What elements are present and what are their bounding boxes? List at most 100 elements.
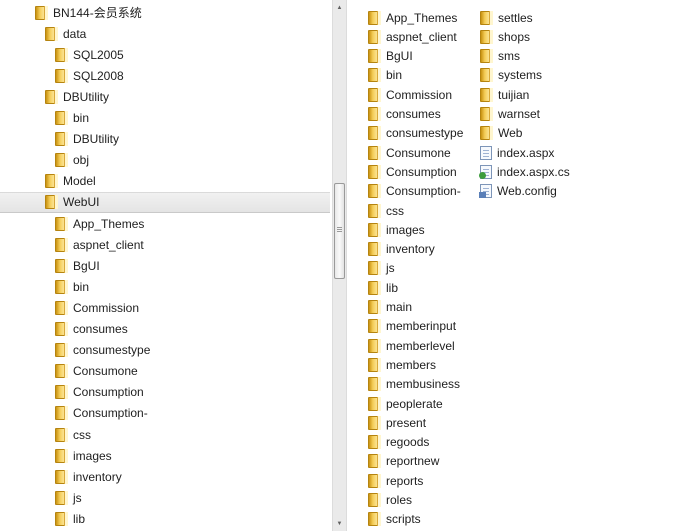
tree-item[interactable]: BgUI — [0, 255, 330, 276]
folder-item[interactable]: Consumption- — [368, 182, 461, 201]
tree-item[interactable]: Consumption- — [0, 403, 330, 424]
folder-icon — [55, 153, 68, 168]
folder-item[interactable]: peoplerate — [368, 394, 443, 413]
file-item-label: consumestype — [386, 126, 464, 141]
tree-item[interactable]: js — [0, 487, 330, 508]
folder-item[interactable]: memberlevel — [368, 336, 455, 355]
folder-tree-pane[interactable]: BN144-会员系统 data SQL2005 SQL2008 DBUtility bin… — [0, 0, 332, 531]
tree-item[interactable]: data — [0, 23, 330, 44]
scroll-down-arrow-icon[interactable]: ▼ — [333, 516, 346, 531]
tree-item[interactable]: Consumption — [0, 382, 330, 403]
tree-item[interactable]: bin — [0, 276, 330, 297]
folder-item[interactable]: reports — [368, 471, 423, 490]
file-item[interactable]: index.aspx.cs — [479, 162, 570, 181]
folder-item[interactable]: systems — [480, 66, 542, 85]
folder-icon — [368, 512, 381, 527]
folder-icon — [480, 87, 493, 102]
file-item-label: lib — [386, 280, 399, 295]
tree-item[interactable]: images — [0, 445, 330, 466]
folder-icon — [368, 280, 381, 295]
folder-item[interactable]: consumes — [368, 105, 441, 124]
folder-icon — [55, 300, 68, 315]
tree-item[interactable]: App_Themes — [0, 213, 330, 234]
tree-item-label: WebUI — [63, 195, 100, 210]
tree-item-label: consumes — [73, 322, 128, 336]
file-item-label: warnset — [498, 107, 541, 121]
tree-item[interactable]: WebUI — [0, 191, 330, 213]
folder-item[interactable]: shops — [480, 27, 530, 46]
tree-item[interactable]: SQL2005 — [0, 44, 330, 65]
folder-item[interactable]: roles — [368, 491, 412, 510]
folder-item[interactable]: aspnet_client — [368, 27, 457, 46]
file-item-label: reportnew — [386, 454, 440, 469]
tree-item[interactable]: css — [0, 424, 330, 445]
file-item-label: index.aspx — [497, 145, 555, 160]
folder-icon — [55, 385, 68, 400]
tree-item[interactable]: consumes — [0, 319, 330, 340]
folder-item[interactable]: Commission — [368, 85, 452, 104]
file-item-label: sms — [498, 49, 520, 64]
file-item-label: Consumone — [386, 145, 451, 160]
folder-item[interactable]: Web — [480, 124, 522, 143]
folder-item[interactable]: css — [368, 201, 404, 220]
folder-icon — [55, 511, 68, 526]
tree-item[interactable]: Consumone — [0, 361, 330, 382]
folder-item[interactable]: tuijian — [480, 85, 529, 104]
folder-icon — [480, 49, 493, 64]
folder-item[interactable]: images — [368, 220, 425, 239]
folder-icon — [55, 469, 68, 484]
folder-item[interactable]: sms — [480, 47, 520, 66]
folder-icon — [45, 195, 58, 210]
folder-item[interactable]: members — [368, 355, 436, 374]
tree-item-label: obj — [73, 153, 90, 168]
folder-icon — [368, 396, 381, 411]
tree-item[interactable]: lib — [0, 508, 330, 529]
folder-item[interactable]: main — [368, 298, 412, 317]
file-item-label: index.aspx.cs — [497, 164, 570, 179]
tree-item[interactable]: Model — [0, 171, 330, 192]
folder-item[interactable]: lib — [368, 278, 398, 297]
folder-icon — [368, 68, 381, 83]
folder-item[interactable]: regoods — [368, 433, 429, 452]
tree-scrollbar[interactable]: ▲ ▼ — [332, 0, 347, 531]
tree-item[interactable]: DBUtility — [0, 86, 330, 107]
file-item[interactable]: Web.config — [479, 182, 557, 201]
folder-item[interactable]: scripts — [368, 510, 421, 529]
tree-item[interactable]: SQL2008 — [0, 65, 330, 86]
folder-item[interactable]: Consumption — [368, 162, 457, 181]
folder-item[interactable]: bin — [368, 66, 402, 85]
tree-item[interactable]: consumestype — [0, 340, 330, 361]
scrollbar-thumb[interactable] — [334, 183, 345, 279]
folder-item[interactable]: consumestype — [368, 124, 463, 143]
folder-item[interactable]: warnset — [480, 105, 540, 124]
tree-item[interactable]: Commission — [0, 297, 330, 318]
folder-icon — [368, 10, 381, 25]
folder-icon — [55, 448, 68, 463]
folder-item[interactable]: memberinput — [368, 317, 456, 336]
folder-item[interactable]: js — [368, 259, 395, 278]
tree-item[interactable]: BN144-会员系统 — [0, 2, 330, 23]
folder-item[interactable]: membusiness — [368, 375, 460, 394]
folder-item[interactable]: reportnew — [368, 452, 439, 471]
folder-item[interactable]: inventory — [368, 240, 435, 259]
file-item-label: css — [386, 203, 404, 218]
file-item[interactable]: index.aspx — [480, 143, 554, 162]
folder-item[interactable]: settles — [480, 8, 533, 27]
folder-item[interactable]: present — [368, 413, 426, 432]
folder-icon — [368, 300, 381, 314]
folder-item[interactable]: BgUI — [368, 47, 413, 66]
tree-item[interactable]: obj — [0, 150, 330, 171]
folder-item[interactable]: Consumone — [368, 143, 451, 162]
scroll-up-arrow-icon[interactable]: ▲ — [333, 0, 346, 15]
tree-item[interactable]: inventory — [0, 466, 330, 487]
folder-icon — [368, 164, 381, 179]
folder-icon — [55, 258, 68, 273]
folder-item[interactable]: App_Themes — [368, 8, 457, 27]
file-item-label: bin — [386, 68, 403, 83]
file-list-pane[interactable]: App_Themes aspnet_client BgUI bin Commission… — [348, 0, 690, 531]
folder-icon — [368, 454, 381, 469]
tree-item[interactable]: DBUtility — [0, 129, 330, 150]
file-item-label: images — [386, 222, 425, 237]
tree-item[interactable]: aspnet_client — [0, 234, 330, 255]
tree-item[interactable]: bin — [0, 108, 330, 129]
